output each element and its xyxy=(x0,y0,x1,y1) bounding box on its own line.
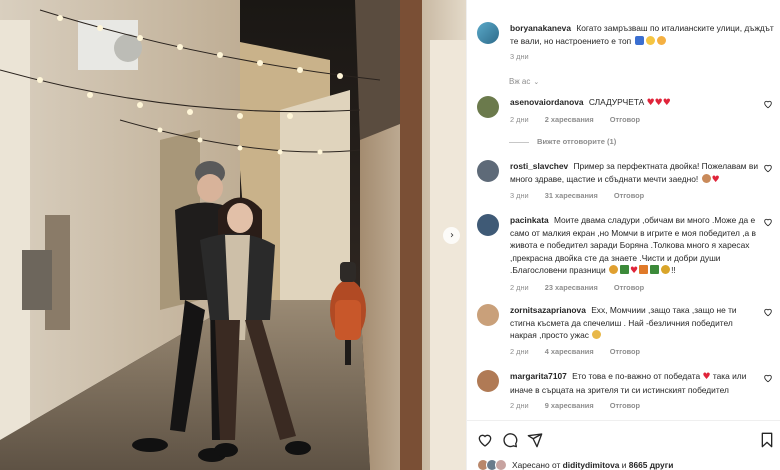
heart-emoji: ♥ xyxy=(702,372,711,382)
reply-button[interactable]: Отговор xyxy=(610,347,640,356)
reply-button[interactable]: Отговор xyxy=(614,283,644,292)
liked-by-prefix: Харесано от xyxy=(512,460,561,470)
comment-icon[interactable] xyxy=(502,432,518,448)
comment-item: margarita7107 Ето това е по-важно от поб… xyxy=(477,370,777,413)
author-avatar[interactable] xyxy=(477,22,499,44)
comment-item: asenovaiordanova СЛАДУРЧЕТА ♥♥♥ 2 дни 2 … xyxy=(477,96,777,126)
reply-button[interactable]: Отговор xyxy=(610,401,640,410)
reply-button[interactable]: Отговор xyxy=(610,115,640,124)
chevron-right-icon: › xyxy=(450,229,454,241)
comment-time: 2 дни xyxy=(510,282,529,292)
heart-emoji: ♥ xyxy=(629,266,639,276)
comment-likes-count[interactable]: 9 харесвания xyxy=(545,401,594,410)
night-street-photo xyxy=(0,0,466,470)
like-comment-icon[interactable] xyxy=(763,217,773,227)
heart-icon[interactable] xyxy=(477,432,493,448)
liker-avatar xyxy=(495,459,507,470)
commenter-username[interactable]: rosti_slavchev xyxy=(510,161,568,171)
commenter-username[interactable]: zornitsazaprianova xyxy=(510,305,586,315)
comment-time: 2 дни xyxy=(510,346,529,356)
commenter-username[interactable]: asenovaiordanova xyxy=(510,97,584,107)
heart-emoji: ♥♥♥ xyxy=(646,98,671,108)
comment-item: rosti_slavchev Пример за перфектната дво… xyxy=(477,160,777,203)
comment-item: zornitsazaprianova Ехх, Момчиии ,защо та… xyxy=(477,304,777,358)
liker-avatars xyxy=(477,459,507,470)
comment-time: 2 дни xyxy=(510,114,529,124)
replies-divider xyxy=(509,141,529,143)
reply-button[interactable]: Отговор xyxy=(614,191,644,200)
tree-emoji xyxy=(619,265,629,274)
share-icon[interactable] xyxy=(527,432,543,448)
bookmark-icon[interactable] xyxy=(759,432,775,448)
like-comment-icon[interactable] xyxy=(763,373,773,383)
comment-likes-count[interactable]: 4 харесвания xyxy=(545,347,594,356)
comment-likes-count[interactable]: 31 харесвания xyxy=(545,191,598,200)
grin-emoji xyxy=(645,35,655,45)
comment-text: Ето това е по-важно от победата xyxy=(572,371,701,381)
post-side-panel: boryanakaneva Когато замръзваш по италиа… xyxy=(466,0,780,470)
post-caption: boryanakaneva Когато замръзваш по италиа… xyxy=(477,22,777,64)
gift-emoji xyxy=(639,265,649,274)
bell-emoji xyxy=(661,265,671,274)
see-translation-label: Вж ас xyxy=(509,77,531,86)
chevron-down-icon: ⌄ xyxy=(533,78,540,86)
next-photo-button[interactable]: › xyxy=(443,227,460,244)
comments-scroll-area[interactable]: boryanakaneva Когато замръзваш по италиа… xyxy=(467,0,780,420)
post-action-bar: Харесано от diditydimitova и 8665 други xyxy=(467,420,780,470)
commenter-username[interactable]: margarita7107 xyxy=(510,371,567,381)
comment-likes-count[interactable]: 2 харесвания xyxy=(545,115,594,124)
view-replies-label: Вижте отговорите (1) xyxy=(537,137,617,146)
liked-by-user[interactable]: diditydimitova xyxy=(563,460,620,470)
face-emoji xyxy=(608,265,618,274)
tree-emoji xyxy=(650,265,660,274)
comment-likes-count[interactable]: 23 харесвания xyxy=(545,283,598,292)
commenter-avatar[interactable] xyxy=(477,304,499,326)
post-photo: › xyxy=(0,0,466,470)
heart-emoji: ♥ xyxy=(711,174,720,185)
see-translation-link[interactable]: Вж ас ⌄ xyxy=(509,77,539,86)
comment-time: 2 дни xyxy=(510,401,529,410)
commenter-avatar[interactable] xyxy=(477,160,499,182)
like-comment-icon[interactable] xyxy=(763,307,773,317)
like-comment-icon[interactable] xyxy=(763,99,773,109)
smile-hearts-emoji xyxy=(656,35,666,45)
commenter-username[interactable]: pacinkata xyxy=(510,215,549,225)
face-emoji xyxy=(701,173,711,183)
comment-text: СЛАДУРЧЕТА xyxy=(588,97,645,107)
liked-by-connector: и xyxy=(621,460,627,470)
comment-item: pacinkata Моите двама сладури ,обичам ви… xyxy=(477,214,777,294)
commenter-avatar[interactable] xyxy=(477,370,499,392)
caption-time: 3 дни xyxy=(510,52,529,61)
like-comment-icon[interactable] xyxy=(763,163,773,173)
commenter-avatar[interactable] xyxy=(477,214,499,236)
view-replies-button[interactable]: Вижте отговорите (1) xyxy=(509,137,616,146)
comment-tail: !! xyxy=(671,265,676,275)
liked-by-others[interactable]: 8665 други xyxy=(629,460,674,470)
comment-time: 3 дни xyxy=(510,191,529,200)
author-username[interactable]: boryanakaneva xyxy=(510,23,571,33)
face-emoji xyxy=(592,330,602,339)
commenter-avatar[interactable] xyxy=(477,96,499,118)
blue-flag-emoji xyxy=(634,35,644,45)
liked-by-summary: Харесано от diditydimitova и 8665 други xyxy=(477,459,673,470)
